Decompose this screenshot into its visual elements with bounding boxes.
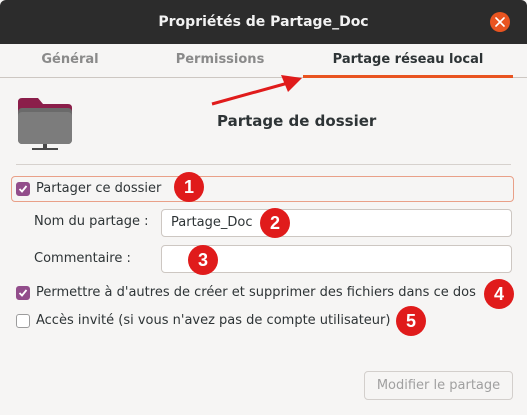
allow-others-checkbox[interactable]: Permettre à d'autres de créer et supprim… xyxy=(16,285,476,300)
checkbox-checked-icon xyxy=(16,285,30,300)
share-folder-checkbox[interactable]: Partager ce dossier xyxy=(16,181,161,196)
folder-share-icon xyxy=(18,98,72,150)
properties-dialog: Propriétés de Partage_Doc Général Permis… xyxy=(0,0,527,415)
checkbox-checked-icon xyxy=(16,181,30,196)
window-title: Propriétés de Partage_Doc xyxy=(158,14,369,30)
tab-general[interactable]: Général xyxy=(0,44,140,77)
divider xyxy=(16,164,511,165)
annotation-badge-4: 4 xyxy=(484,279,514,309)
tab-bar: Général Permissions Partage réseau local xyxy=(0,44,527,78)
tab-permissions[interactable]: Permissions xyxy=(140,44,300,77)
close-button[interactable] xyxy=(490,12,510,32)
annotation-badge-5: 5 xyxy=(396,306,426,336)
share-folder-label: Partager ce dossier xyxy=(36,181,162,196)
annotation-badge-3: 3 xyxy=(188,245,218,275)
tab-local-network-share[interactable]: Partage réseau local xyxy=(303,44,513,78)
comment-label: Commentaire : xyxy=(34,251,131,266)
allow-others-label: Permettre à d'autres de créer et supprim… xyxy=(36,285,476,300)
annotation-badge-2: 2 xyxy=(260,208,290,238)
guest-access-label: Accès invité (si vous n'avez pas de comp… xyxy=(36,313,391,328)
close-icon xyxy=(495,17,505,27)
share-name-label: Nom du partage : xyxy=(34,214,149,229)
checkbox-unchecked-icon xyxy=(16,313,30,328)
guest-access-checkbox[interactable]: Accès invité (si vous n'avez pas de comp… xyxy=(16,313,390,328)
modify-share-button[interactable]: Modifier le partage xyxy=(364,371,513,400)
page-title: Partage de dossier xyxy=(217,112,377,130)
share-name-input[interactable]: Partage_Doc xyxy=(161,209,512,237)
titlebar: Propriétés de Partage_Doc xyxy=(0,0,527,44)
annotation-badge-1: 1 xyxy=(174,172,204,202)
